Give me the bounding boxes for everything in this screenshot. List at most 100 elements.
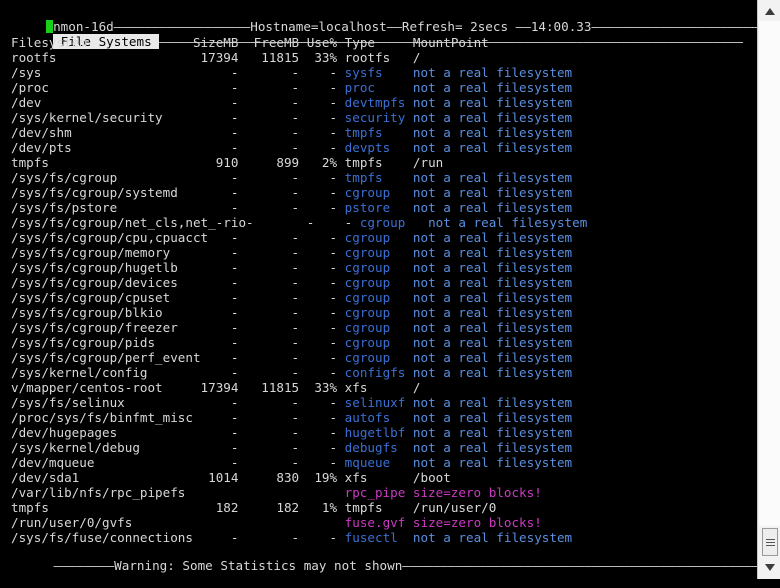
- cell-mountpoint: not a real filesystem: [412, 395, 573, 410]
- cell-use: -: [299, 275, 345, 290]
- table-row: /dev/mqueue - - - mqueue not a real file…: [11, 455, 587, 470]
- table-row: /sys/fs/cgroup/perf_event - - - cgroup n…: [11, 350, 587, 365]
- cell-sizemb: -: [177, 110, 239, 125]
- cell-filesystem: /sys/fs/cgroup/cpu,cpuacct: [11, 230, 209, 245]
- cell-type: mqueue: [344, 455, 413, 470]
- cell-use: 19%: [299, 470, 345, 485]
- table-row: /sys/fs/cgroup/systemd - - - cgroup not …: [11, 185, 587, 200]
- cell-filesystem: /sys/kernel/debug: [11, 440, 178, 455]
- cell-mountpoint: not a real filesystem: [412, 140, 573, 155]
- cell-freemb: 11815: [238, 50, 300, 65]
- cell-filesystem: /var/lib/nfs/rpc_pipefs: [11, 485, 186, 500]
- cell-type: cgroup: [344, 320, 413, 335]
- cell-use: -: [299, 185, 345, 200]
- cell-mountpoint: /boot: [412, 470, 451, 485]
- table-row: tmpfs 182 182 1% tmpfs /run/user/0: [11, 500, 587, 515]
- cell-filesystem: /sys/fs/cgroup/perf_event: [11, 350, 201, 365]
- cell-use: -: [299, 305, 345, 320]
- cell-type: configfs: [344, 365, 413, 380]
- scroll-up-button[interactable]: [761, 3, 778, 20]
- cell-filesystem: /sys/fs/cgroup: [11, 170, 178, 185]
- table-row: /sys/kernel/security - - - security not …: [11, 110, 587, 125]
- cell-freemb: -: [238, 245, 300, 260]
- table-row: /sys/fs/cgroup/freezer - - - cgroup not …: [11, 320, 587, 335]
- cell-sizemb: 17394: [177, 380, 239, 395]
- cell-freemb: -: [238, 425, 300, 440]
- cell-use: -: [299, 245, 345, 260]
- cell-sizemb: 182: [177, 500, 239, 515]
- cell-filesystem: /sys: [11, 65, 178, 80]
- cell-type: cgroup: [344, 305, 413, 320]
- table-row: /sys/fs/cgroup/devices - - - cgroup not …: [11, 275, 587, 290]
- cell-filesystem: /dev/pts: [11, 140, 178, 155]
- cell-type: devtmpfs: [344, 95, 413, 110]
- cell-use: -: [299, 125, 345, 140]
- cell-mountpoint: not a real filesystem: [412, 170, 573, 185]
- cell-mountpoint: not a real filesystem: [412, 350, 573, 365]
- table-row: /run/user/0/gvfs fuse.gvf size=zero bloc…: [11, 515, 587, 530]
- vertical-scrollbar[interactable]: [757, 0, 780, 579]
- cell-sizemb: -: [177, 170, 239, 185]
- table-row: /sys/kernel/config - - - configfs not a …: [11, 365, 587, 380]
- table-row: /sys/fs/pstore - - - pstore not a real f…: [11, 200, 587, 215]
- cell-freemb: -: [238, 410, 300, 425]
- cell-freemb: 830: [238, 470, 300, 485]
- table-row: /sys/fs/selinux - - - selinuxf not a rea…: [11, 395, 587, 410]
- scrollbar-thumb[interactable]: [762, 528, 778, 556]
- cell-freemb: 182: [238, 500, 300, 515]
- cell-use: -: [299, 365, 345, 380]
- cell-type: cgroup: [359, 215, 429, 230]
- cell-use: [299, 515, 345, 530]
- warning-text: Warning: Some Statistics may not shown: [114, 558, 403, 573]
- scroll-down-arrow-icon: [764, 564, 775, 571]
- thumb-grip-line: [765, 541, 775, 543]
- cell-filesystem: /sys/fs/cgroup/devices: [11, 275, 178, 290]
- cell-type: devpts: [344, 140, 413, 155]
- cell-freemb: -: [238, 200, 300, 215]
- scrollbar-track[interactable]: [759, 21, 780, 526]
- cell-mountpoint: not a real filesystem: [428, 215, 588, 230]
- column-header-filesystem: Filesystem: [11, 35, 178, 50]
- cell-filesystem: /sys/kernel/config: [11, 365, 178, 380]
- cell-mountpoint: size=zero blocks!: [412, 515, 542, 530]
- cell-sizemb: -: [208, 230, 239, 245]
- cell-filesystem: /sys/fs/cgroup/pids: [11, 335, 178, 350]
- footer-warning-line: ————————Warning: Some Statistics may not…: [8, 543, 780, 573]
- scroll-down-button[interactable]: [761, 559, 778, 576]
- cell-mountpoint: not a real filesystem: [412, 125, 573, 140]
- cell-use: -: [299, 410, 345, 425]
- cell-mountpoint: not a real filesystem: [412, 455, 573, 470]
- cell-freemb: -: [238, 275, 300, 290]
- cell-sizemb: -: [177, 65, 239, 80]
- cell-mountpoint: /run/user/0: [412, 500, 497, 515]
- cell-use: -: [299, 95, 345, 110]
- cell-sizemb: -: [177, 275, 239, 290]
- cell-type: cgroup: [344, 350, 413, 365]
- cell-type: tmpfs: [344, 500, 413, 515]
- cell-mountpoint: /: [412, 50, 421, 65]
- table-row: /sys/fs/cgroup/blkio - - - cgroup not a …: [11, 305, 587, 320]
- cell-mountpoint: not a real filesystem: [412, 65, 573, 80]
- cell-freemb: 11815: [238, 380, 300, 395]
- cell-filesystem: /sys/fs/pstore: [11, 200, 178, 215]
- cell-use: -: [299, 335, 345, 350]
- cell-type: cgroup: [344, 290, 413, 305]
- cell-filesystem: v/mapper/centos-root: [11, 380, 178, 395]
- cell-filesystem: /sys/fs/cgroup/net_cls,net_-rio: [11, 215, 247, 230]
- table-row: /dev/sda1 1014 830 19% xfs /boot: [11, 470, 587, 485]
- cell-sizemb: -: [177, 200, 239, 215]
- cell-type: autofs: [344, 410, 413, 425]
- cell-freemb: -: [238, 335, 300, 350]
- cell-freemb: -: [238, 455, 300, 470]
- cell-freemb: -: [238, 110, 300, 125]
- cell-freemb: -: [238, 65, 300, 80]
- table-row: /dev/pts - - - devpts not a real filesys…: [11, 140, 587, 155]
- cell-sizemb: -: [177, 365, 239, 380]
- cell-sizemb: -: [192, 410, 239, 425]
- cell-use: -: [299, 65, 345, 80]
- cell-sizemb: -: [177, 185, 239, 200]
- cell-freemb: [238, 485, 299, 500]
- column-header-type: Type: [344, 35, 413, 50]
- cell-mountpoint: not a real filesystem: [412, 440, 573, 455]
- cell-freemb: -: [238, 185, 300, 200]
